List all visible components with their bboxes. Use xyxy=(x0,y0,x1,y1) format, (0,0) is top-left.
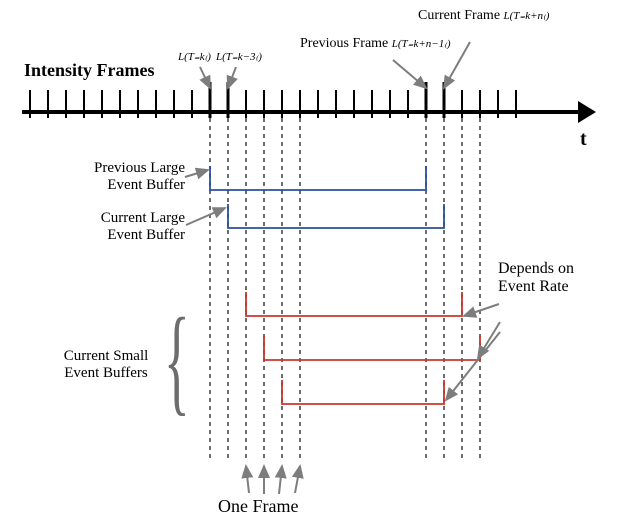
plb-l2: Event Buffer xyxy=(107,177,185,193)
label-depends: Depends on Event Rate xyxy=(498,260,574,296)
csb-l1: Current Small xyxy=(64,348,149,364)
prev-frame-text: Previous Frame xyxy=(300,36,388,51)
label-L-Tk: L(T₌k₍) xyxy=(178,50,211,63)
title: Intensity Frames xyxy=(24,60,154,81)
csb-l2: Event Buffers xyxy=(64,365,147,381)
label-current-frame: Current Frame L(T₌k+n₍) xyxy=(418,8,549,24)
cur-frame-text: Current Frame xyxy=(418,8,500,23)
prev-frame-math: L(T₌k+n−1₍) xyxy=(392,38,451,50)
label-one-frame: One Frame xyxy=(218,496,298,517)
clb-l2: Event Buffer xyxy=(107,227,185,243)
plb-l1: Previous Large xyxy=(94,160,185,176)
cur-frame-math: L(T₌k+n₍) xyxy=(504,10,550,22)
brace-icon: { xyxy=(164,300,190,420)
label-previous-frame: Previous Frame L(T₌k+n−1₍) xyxy=(300,36,451,52)
dep-l1: Depends on xyxy=(498,260,574,277)
diagram-stage: Intensity Frames L(T₌k₍) L(T₌k−3₍) Previ… xyxy=(0,0,620,524)
clb-l1: Current Large xyxy=(101,210,185,226)
axis-label-t: t xyxy=(580,128,587,151)
label-prev-large-buf: Previous Large Event Buffer xyxy=(30,160,185,194)
label-cur-large-buf: Current Large Event Buffer xyxy=(30,210,185,244)
dep-l2: Event Rate xyxy=(498,278,569,295)
label-L-Tk3: L(T₌k−3₍) xyxy=(216,50,262,63)
label-cur-small-buf: Current Small Event Buffers xyxy=(36,348,176,382)
